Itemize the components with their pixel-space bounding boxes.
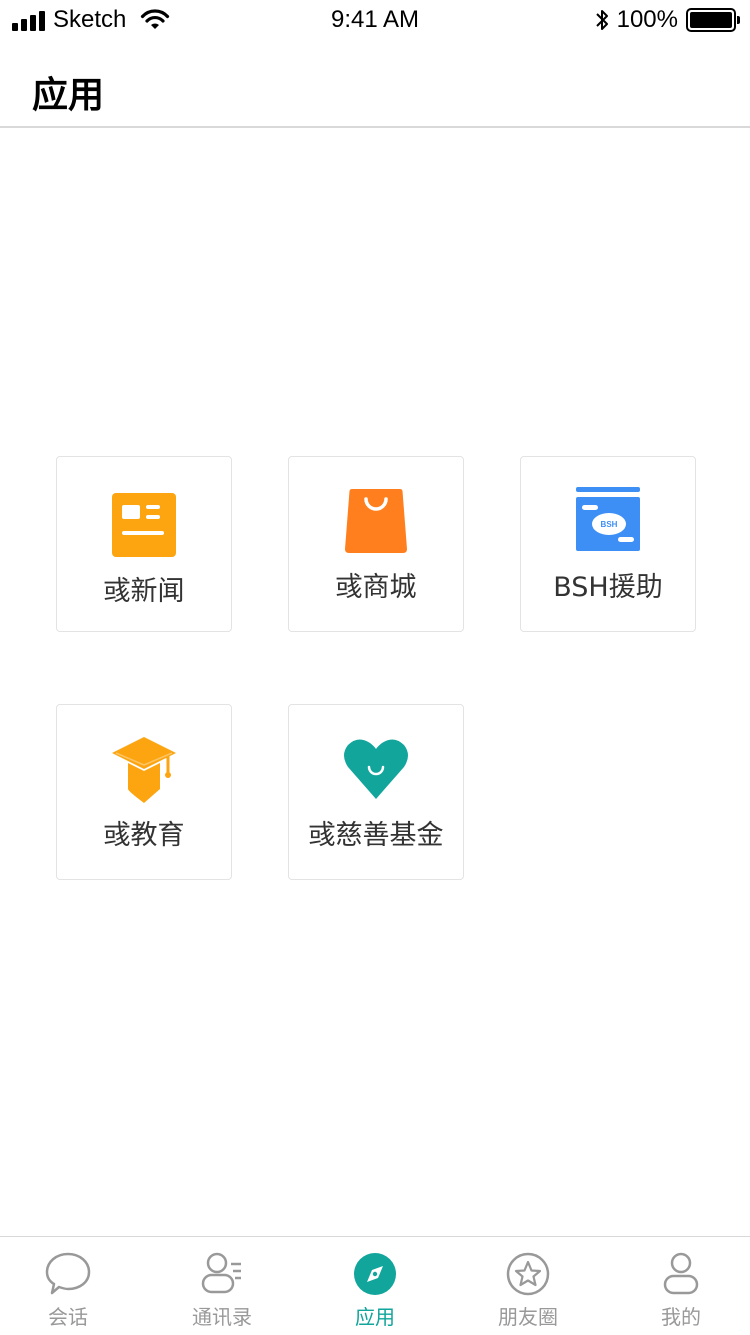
bsh-aid-icon: BSH — [576, 487, 640, 551]
status-bar-left: Sketch — [12, 6, 170, 34]
status-bar: Sketch 9:41 AM 100% — [0, 0, 750, 40]
status-bar-right: 100% — [595, 6, 740, 34]
tab-contacts[interactable]: 通讯录 — [147, 1237, 297, 1335]
battery-percent: 100% — [616, 6, 678, 33]
graduation-cap-icon — [112, 737, 176, 803]
app-label-education: 彧教育 — [103, 820, 185, 851]
chat-bubble-icon — [45, 1252, 91, 1295]
tab-label-moments: 朋友圈 — [498, 1305, 558, 1329]
app-label-charity-fund: 彧慈善基金 — [308, 820, 444, 851]
app-tile-news[interactable]: 彧新闻 — [56, 456, 232, 632]
tab-label-me: 我的 — [661, 1305, 701, 1329]
person-icon — [663, 1252, 699, 1295]
bsh-icon-text: BSH — [601, 520, 618, 529]
star-icon — [506, 1252, 550, 1296]
battery-icon — [686, 8, 740, 32]
shopping-bag-icon — [345, 489, 407, 553]
carrier-name: Sketch — [53, 6, 127, 33]
app-tile-bsh-aid[interactable]: BSH BSH援助 — [520, 456, 696, 632]
nav-header: 应用 — [0, 40, 750, 128]
bluetooth-icon — [595, 10, 608, 30]
compass-icon — [354, 1253, 396, 1295]
contacts-icon — [201, 1252, 241, 1294]
app-tile-mall[interactable]: 彧商城 — [288, 456, 464, 632]
tab-chat[interactable]: 会话 — [0, 1237, 143, 1335]
news-icon — [112, 493, 176, 557]
wifi-icon — [141, 9, 170, 29]
tab-label-chat: 会话 — [48, 1305, 88, 1329]
app-label-bsh-aid: BSH援助 — [553, 572, 663, 603]
app-label-mall: 彧商城 — [335, 572, 417, 603]
tab-bar: 会话 通讯录 应用 朋友圈 我的 — [0, 1236, 750, 1334]
app-grid: 彧新闻 彧商城 BSH BSH援助 彧教育 彧慈善基金 — [0, 0, 750, 1334]
tab-apps[interactable]: 应用 — [300, 1237, 450, 1335]
tab-me[interactable]: 我的 — [606, 1237, 750, 1335]
page-title: 应用 — [32, 75, 105, 116]
tab-label-contacts: 通讯录 — [192, 1305, 252, 1329]
tab-label-apps: 应用 — [355, 1305, 395, 1329]
signal-strength-icon — [12, 9, 45, 31]
app-tile-charity-fund[interactable]: 彧慈善基金 — [288, 704, 464, 880]
app-tile-education[interactable]: 彧教育 — [56, 704, 232, 880]
tab-moments[interactable]: 朋友圈 — [453, 1237, 603, 1335]
heart-icon — [344, 739, 408, 799]
app-label-news: 彧新闻 — [103, 576, 185, 607]
